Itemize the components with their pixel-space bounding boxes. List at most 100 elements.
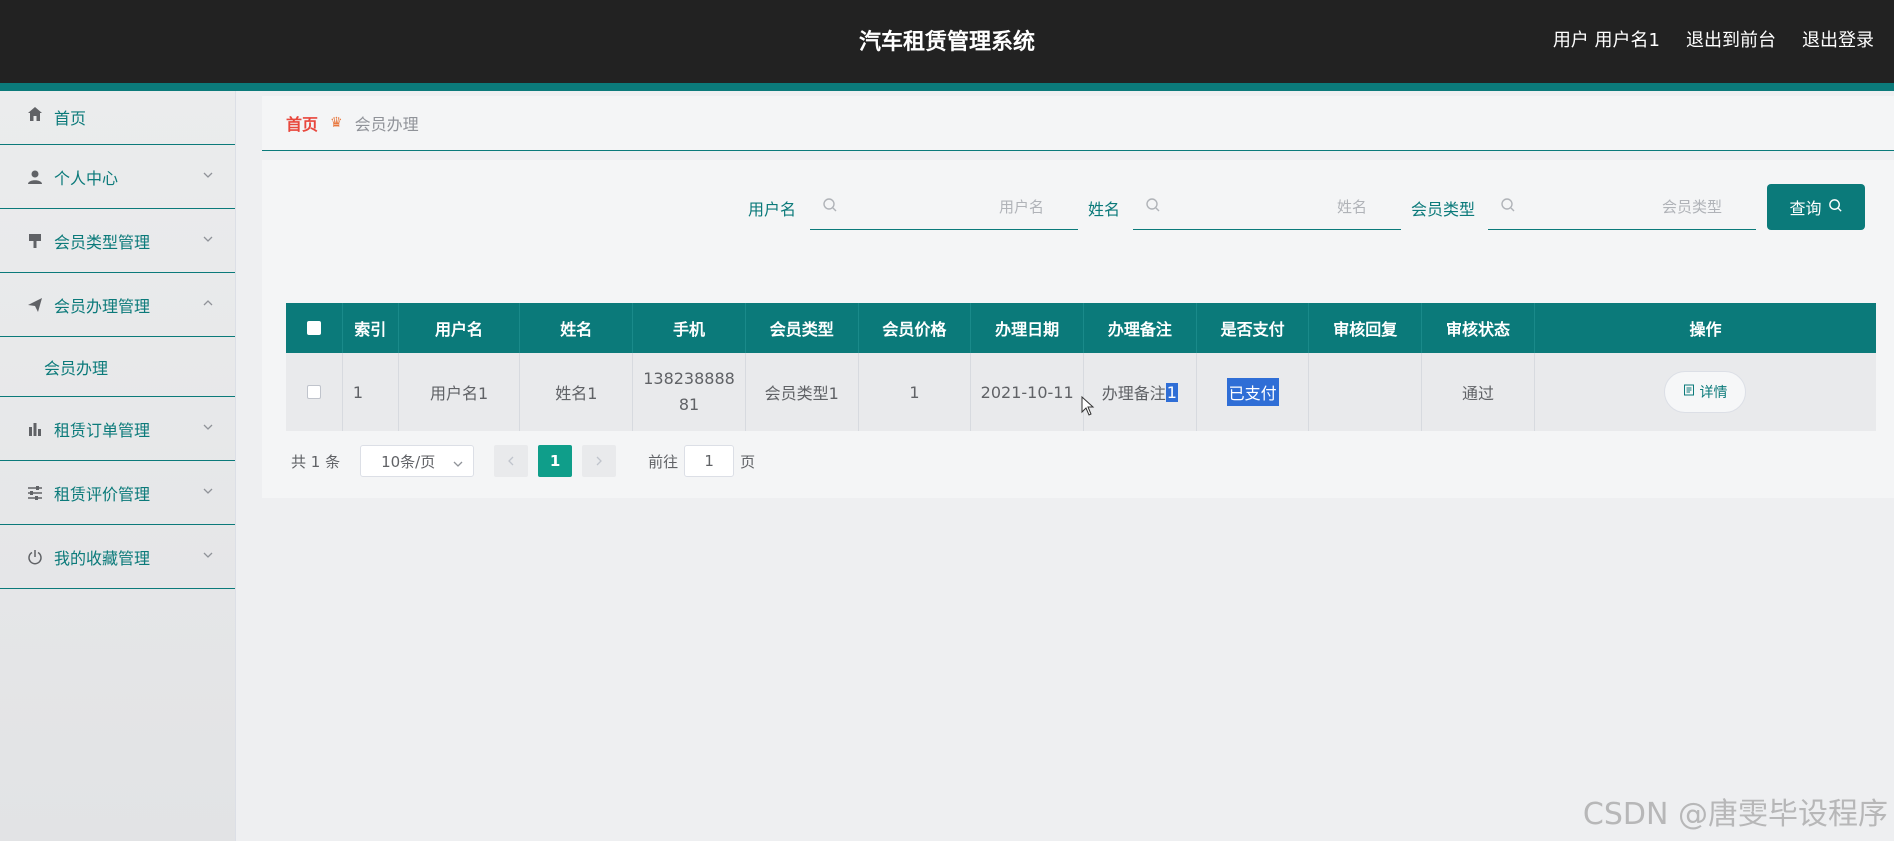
total-count: 共 1 条 — [291, 452, 341, 471]
column-header: 操作 — [1689, 320, 1722, 339]
chevron-down-icon — [203, 169, 213, 179]
column-header: 手机 — [633, 303, 746, 353]
pagination: 共 1 条 10条/页 1 前往 1 页 — [291, 445, 755, 477]
sidebar-item-home[interactable]: 首页 — [0, 91, 235, 145]
member-type-placeholder: 会员类型 — [1661, 198, 1722, 216]
phone-cell: 138238888 81 — [633, 353, 746, 431]
select-all-checkbox[interactable] — [306, 321, 321, 335]
row-select-cell — [286, 353, 343, 431]
power-icon — [26, 548, 44, 566]
table-header: 索引 用户名 姓名 手机 会员类型 会员价格 办理日期 办理备注 是否支付 审核… — [286, 303, 1876, 353]
price-cell: 1 — [859, 353, 972, 431]
action-cell: 详情 — [1535, 353, 1876, 431]
sidebar-item-label: 租赁评价管理 — [54, 484, 151, 504]
date-cell: 2021-10-11 — [971, 353, 1085, 431]
row-checkbox[interactable] — [306, 385, 321, 399]
breadcrumb: 首页 ♛ 会员办理 — [262, 96, 1894, 151]
chevron-left-icon — [506, 452, 516, 470]
current-user-label: 用户 用户名1 — [1552, 30, 1660, 51]
detail-button[interactable]: 详情 — [1664, 371, 1747, 413]
chevron-right-icon — [594, 452, 604, 470]
phone-line-1: 138238888 — [643, 369, 735, 388]
header-user-area: 用户 用户名1 退出到前台 退出登录 — [1553, 26, 1874, 52]
username-search-label: 用户名 — [748, 200, 797, 219]
paid-status-text: 已支付 — [1226, 378, 1279, 406]
username-placeholder: 用户名 — [998, 198, 1044, 216]
bar-chart-icon — [26, 420, 44, 438]
page-number-current[interactable]: 1 — [538, 445, 573, 477]
search-icon — [1145, 197, 1161, 213]
column-header: 会员价格 — [859, 303, 972, 353]
member-type-cell: 会员类型1 — [746, 353, 859, 431]
username-cell: 用户名1 — [399, 353, 521, 431]
breadcrumb-current: 会员办理 — [354, 115, 419, 134]
remark-cell: 办理备注 1 — [1084, 353, 1197, 431]
goto-page-input[interactable]: 1 — [684, 445, 735, 477]
column-header: 索引 — [343, 303, 399, 353]
search-form: 用户名 用户名 姓名 姓名 会员类型 会员类型 — [0, 184, 1894, 232]
home-icon — [26, 105, 44, 123]
document-icon — [1683, 384, 1695, 400]
name-cell: 姓名1 — [520, 353, 634, 431]
page-size-select[interactable]: 10条/页 — [360, 445, 475, 477]
person-icon — [26, 168, 44, 186]
chevron-down-icon — [453, 455, 463, 467]
page-size-value: 10条/页 — [381, 452, 436, 471]
member-type-search-label: 会员类型 — [1411, 200, 1476, 219]
column-header: 是否支付 — [1197, 303, 1310, 353]
goto-label: 前往 — [648, 452, 679, 471]
brush-icon — [26, 232, 44, 250]
query-button-label: 查询 — [1789, 199, 1822, 218]
sliders-icon — [26, 484, 44, 502]
header-accent-bar — [0, 83, 1894, 91]
paid-cell: 已支付 — [1197, 353, 1310, 431]
chevron-down-icon — [203, 549, 213, 559]
crown-separator-icon: ♛ — [330, 115, 343, 131]
logout-link[interactable]: 退出登录 — [1802, 26, 1874, 52]
mouse-cursor-icon — [1081, 395, 1095, 420]
column-header: 会员类型 — [746, 303, 859, 353]
breadcrumb-home-link[interactable]: 首页 — [286, 111, 318, 135]
sidebar-item-rental-reviews[interactable]: 租赁评价管理 — [0, 461, 235, 525]
remark-text: 办理备注 — [1101, 384, 1166, 403]
search-icon — [1828, 198, 1843, 217]
send-icon — [26, 296, 44, 314]
chevron-up-icon — [203, 297, 213, 307]
column-header: 姓名 — [520, 303, 634, 353]
column-header: 审核回复 — [1309, 303, 1423, 353]
column-header: 办理备注 — [1084, 303, 1197, 353]
name-search-input[interactable]: 姓名 — [1133, 184, 1401, 230]
sidebar-item-label: 首页 — [54, 109, 87, 128]
member-type-search-input[interactable]: 会员类型 — [1488, 184, 1756, 230]
sidebar-item-label: 租赁订单管理 — [54, 420, 151, 440]
exit-to-front-link[interactable]: 退出到前台 — [1686, 26, 1776, 52]
remark-selected-text: 1 — [1165, 382, 1178, 402]
detail-button-label: 详情 — [1699, 385, 1728, 401]
phone-line-2: 81 — [678, 395, 700, 414]
index-cell: 1 — [343, 353, 399, 431]
chevron-down-icon — [203, 421, 213, 431]
query-button[interactable]: 查询 — [1767, 184, 1865, 230]
watermark-text: CSDN @唐雯毕设程序 — [1582, 797, 1888, 832]
sidebar-item-label: 会员类型管理 — [54, 232, 151, 252]
sidebar-item-label: 会员办理管理 — [54, 296, 151, 316]
column-header: 办理日期 — [971, 303, 1084, 353]
reply-cell — [1309, 353, 1423, 431]
column-header: 审核状态 — [1422, 303, 1535, 353]
sidebar-subitem-membership[interactable]: 会员办理 — [0, 337, 235, 397]
name-placeholder: 姓名 — [1336, 198, 1367, 216]
search-icon — [822, 197, 838, 213]
username-search-input[interactable]: 用户名 — [810, 184, 1078, 230]
prev-page-button[interactable] — [494, 445, 529, 477]
column-header: 用户名 — [399, 303, 521, 353]
next-page-button[interactable] — [582, 445, 617, 477]
sidebar-item-label: 我的收藏管理 — [54, 548, 151, 568]
select-all-cell — [286, 303, 343, 353]
name-search-label: 姓名 — [1088, 200, 1121, 219]
chevron-down-icon — [203, 233, 213, 243]
sidebar-item-membership-manage[interactable]: 会员办理管理 — [0, 273, 235, 337]
chevron-down-icon — [203, 485, 213, 495]
page-suffix-label: 页 — [740, 452, 756, 471]
sidebar-item-favorites[interactable]: 我的收藏管理 — [0, 525, 235, 589]
sidebar-item-rental-orders[interactable]: 租赁订单管理 — [0, 397, 235, 461]
